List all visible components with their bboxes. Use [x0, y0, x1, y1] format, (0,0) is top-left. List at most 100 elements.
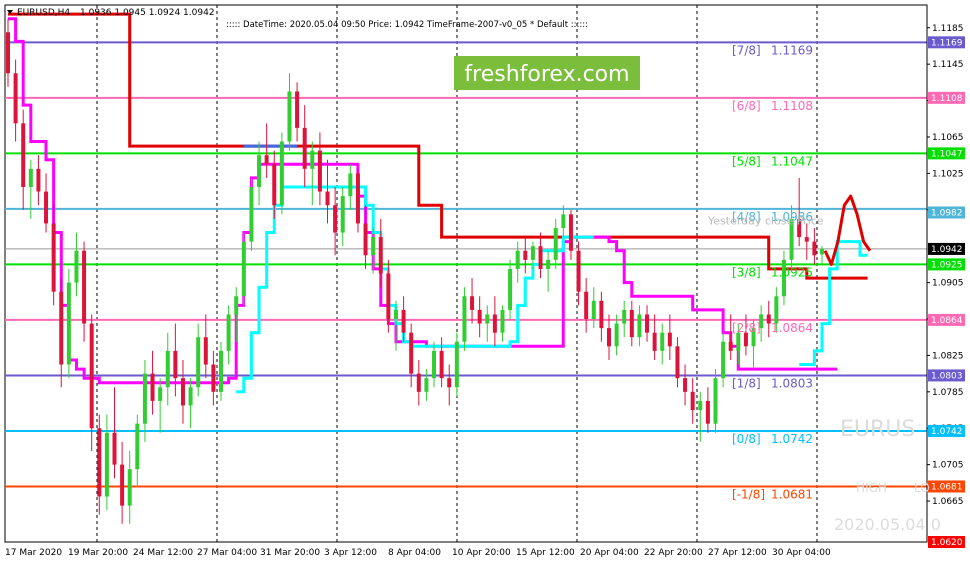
candle-body-22 — [173, 350, 178, 379]
price-box-label-4: 1.0942 — [931, 245, 963, 255]
candle-body-19 — [150, 373, 155, 401]
ohlc-label: 1.0936 1.0945 1.0924 1.0942 — [80, 8, 215, 18]
price-box-label-9: 1.0681 — [931, 482, 963, 492]
candle-body-55 — [424, 378, 429, 392]
level-label-name-8: [0/8] — [732, 432, 761, 446]
candle-body-36 — [279, 141, 284, 206]
candle-body-57 — [439, 350, 444, 379]
candle-body-73 — [561, 214, 566, 228]
watermark-low: LO — [914, 481, 930, 495]
y-tick-label-9: 1.0785 — [932, 388, 964, 398]
candle-body-37 — [287, 91, 292, 142]
candle-body-49 — [378, 237, 383, 274]
level-label-name-5: [3/8] — [732, 265, 761, 279]
candle-body-74 — [568, 214, 573, 251]
candle-body-47 — [363, 223, 368, 256]
y-tick-label-11: 1.0705 — [932, 461, 964, 471]
candle-body-3 — [28, 168, 33, 188]
x-tick-label-10: 22 Apr 20:00 — [644, 548, 703, 558]
candle-body-30 — [234, 296, 239, 315]
level-label-value-1: 1.1169 — [771, 43, 813, 57]
x-tick-label-2: 24 Mar 12:00 — [133, 548, 193, 558]
candle-body-59 — [454, 341, 459, 388]
candle-body-46 — [355, 173, 360, 224]
candle-body-54 — [416, 373, 421, 392]
y-tick-label-0: 1.1185 — [932, 24, 964, 34]
candle-body-38 — [295, 91, 300, 128]
level-label-name-7: [1/8] — [732, 376, 761, 390]
price-box-label-6: 1.0864 — [931, 316, 963, 326]
price-box-label-10: 1.0620 — [931, 538, 963, 548]
candle-body-82 — [629, 309, 634, 338]
x-tick-label-5: 3 Apr 12:00 — [324, 548, 377, 558]
candle-body-76 — [584, 291, 589, 320]
candle-body-13 — [104, 432, 109, 497]
indicator-info: ::::: DateTime: 2020.05.04 09:50 Price: … — [226, 20, 588, 30]
candle-body-39 — [302, 127, 307, 169]
price-box-label-2: 1.1047 — [931, 149, 963, 159]
candle-body-107 — [820, 248, 824, 255]
candle-body-86 — [660, 332, 665, 351]
candle-body-60 — [462, 296, 467, 342]
candle-body-90 — [690, 391, 695, 411]
candle-body-18 — [142, 373, 147, 424]
candle-body-2 — [21, 123, 26, 188]
candle-body-58 — [447, 378, 452, 388]
candle-body-41 — [317, 150, 322, 192]
price-box-label-0: 1.1169 — [931, 38, 963, 48]
candle-body-35 — [272, 164, 277, 206]
candle-body-29 — [226, 314, 231, 351]
price-box-label-8: 1.0742 — [931, 427, 963, 437]
level-label-value-3: 1.1047 — [771, 154, 813, 168]
candle-body-80 — [614, 323, 619, 347]
candle-body-23 — [180, 378, 185, 406]
candle-body-95 — [728, 341, 733, 351]
candle-body-51 — [393, 309, 398, 320]
candle-body-101 — [774, 296, 779, 324]
y-tick-label-6: 1.0905 — [932, 279, 964, 289]
candle-body-1 — [13, 73, 18, 124]
level-label-value-9: 1.0681 — [771, 487, 813, 501]
candle-body-96 — [736, 332, 741, 351]
x-tick-label-12: 30 Apr 04:00 — [772, 548, 831, 558]
candle-body-56 — [432, 350, 437, 379]
candle-body-14 — [112, 432, 117, 465]
candle-body-44 — [340, 196, 345, 233]
symbol-label: EURUSD,H4 — [17, 8, 70, 18]
candle-body-84 — [645, 314, 650, 333]
candle-body-77 — [591, 300, 596, 320]
candle-body-32 — [249, 187, 254, 242]
candle-body-78 — [599, 300, 604, 329]
price-box-label-1: 1.1108 — [931, 94, 963, 104]
watermark-symbol: EURUS — [840, 417, 915, 442]
level-label-value-6: 1.0864 — [771, 321, 813, 335]
candle-body-7 — [59, 291, 64, 365]
candle-body-87 — [667, 332, 672, 347]
x-tick-label-0: 17 Mar 2020 — [5, 548, 62, 558]
candle-body-16 — [127, 469, 132, 506]
candle-body-85 — [652, 332, 657, 351]
y-tick-label-4: 1.1025 — [932, 169, 964, 179]
x-tick-label-3: 27 Mar 04:00 — [197, 548, 257, 558]
price-chart[interactable]: [7/8] 1.1169 [6/8] 1.1108 [5/8] 1.1047 [4/8] 1.… — [0, 0, 970, 565]
candle-body-93 — [713, 378, 718, 424]
candle-body-9 — [74, 250, 79, 283]
x-tick-label-8: 15 Apr 12:00 — [516, 548, 575, 558]
candle-body-72 — [553, 227, 558, 260]
candle-body-6 — [51, 223, 56, 292]
chart-canvas[interactable]: [7/8] 1.1169[6/8] 1.1108[5/8] 1.1047[4/8] 1.… — [0, 0, 970, 565]
candle-body-63 — [485, 314, 490, 324]
level-label-name-3: [5/8] — [732, 154, 761, 168]
level-label-name-6: [2/8] — [732, 321, 761, 335]
candle-body-21 — [165, 350, 170, 388]
candle-body-65 — [500, 309, 505, 333]
candle-body-33 — [257, 155, 262, 188]
candle-body-66 — [508, 268, 513, 310]
candle-body-34 — [264, 155, 269, 165]
candle-body-92 — [705, 400, 710, 424]
candle-body-94 — [721, 341, 726, 379]
candle-body-70 — [538, 246, 543, 269]
watermark-high: HIGH — [856, 481, 887, 495]
candle-body-0 — [6, 32, 10, 74]
x-tick-label-1: 19 Mar 20:00 — [68, 548, 128, 558]
